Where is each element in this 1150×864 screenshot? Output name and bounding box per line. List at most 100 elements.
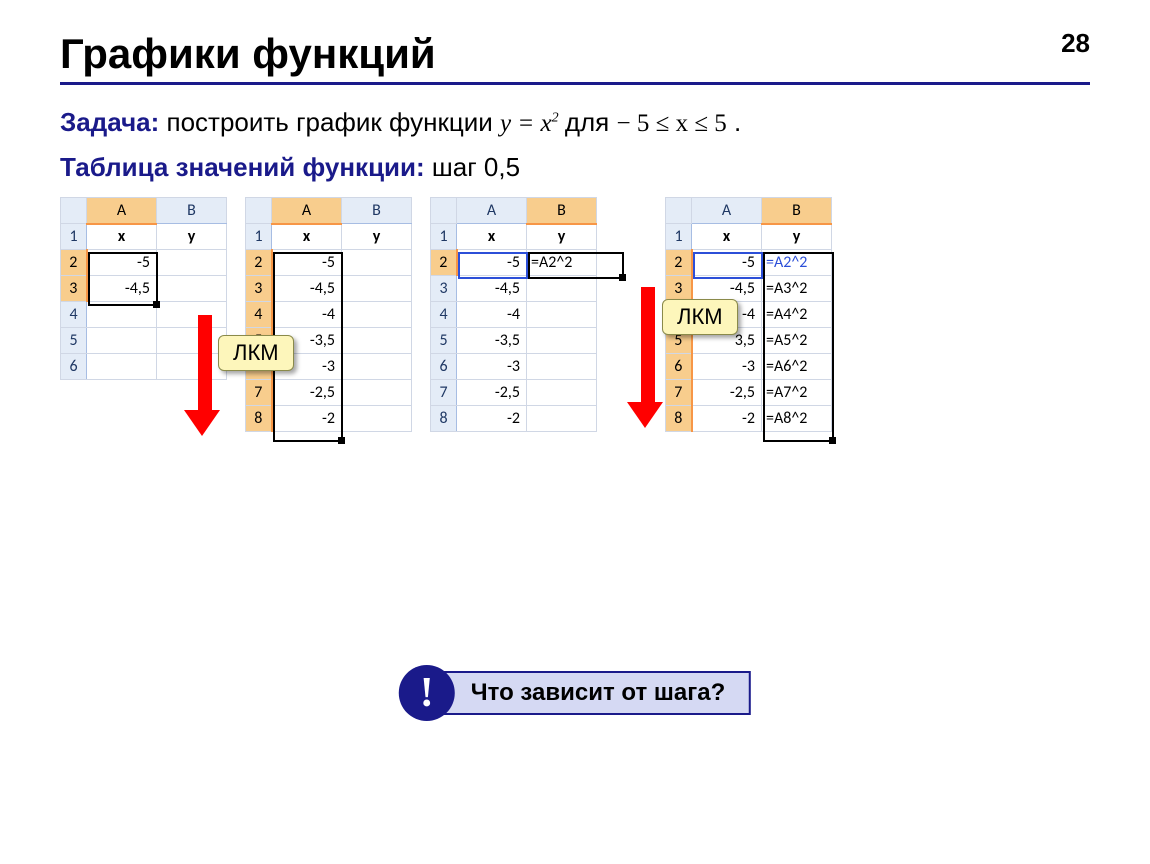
- period: .: [727, 107, 741, 137]
- cell[interactable]: -4,5: [457, 276, 527, 302]
- row-header[interactable]: 1: [431, 224, 457, 250]
- cell[interactable]: [527, 328, 597, 354]
- question-banner: ! Что зависит от шага?: [399, 665, 751, 721]
- cell[interactable]: [527, 406, 597, 432]
- cell[interactable]: [157, 276, 227, 302]
- cell[interactable]: -5: [87, 250, 157, 276]
- cell[interactable]: [527, 302, 597, 328]
- cell[interactable]: [342, 380, 412, 406]
- cell[interactable]: -4,5: [272, 276, 342, 302]
- cell-formula[interactable]: =A8^2: [762, 406, 832, 432]
- cell[interactable]: -3: [692, 354, 762, 380]
- cell[interactable]: [157, 302, 227, 328]
- cell[interactable]: [342, 354, 412, 380]
- formula-lhs: y: [500, 110, 511, 137]
- row-header[interactable]: 5: [61, 328, 87, 354]
- corner-cell: [431, 198, 457, 224]
- row-header[interactable]: 2: [431, 250, 457, 276]
- cell[interactable]: [342, 276, 412, 302]
- arrow-down-icon: [195, 315, 215, 436]
- range-text: − 5 ≤ x ≤ 5: [617, 110, 727, 137]
- cell[interactable]: [342, 302, 412, 328]
- cell-formula[interactable]: =A5^2: [762, 328, 832, 354]
- cell[interactable]: [342, 328, 412, 354]
- cell[interactable]: x: [272, 224, 342, 250]
- cell-formula[interactable]: =A6^2: [762, 354, 832, 380]
- col-header-a[interactable]: A: [272, 198, 342, 224]
- row-header[interactable]: 8: [666, 406, 692, 432]
- cell[interactable]: -4: [272, 302, 342, 328]
- row-header[interactable]: 2: [666, 250, 692, 276]
- cell[interactable]: -2,5: [457, 380, 527, 406]
- cell[interactable]: -5: [272, 250, 342, 276]
- cell[interactable]: -4: [457, 302, 527, 328]
- cell[interactable]: [527, 276, 597, 302]
- row-header[interactable]: 3: [246, 276, 272, 302]
- cell[interactable]: [87, 328, 157, 354]
- cell[interactable]: [157, 328, 227, 354]
- row-header[interactable]: 8: [431, 406, 457, 432]
- cell[interactable]: -2: [692, 406, 762, 432]
- cell[interactable]: -5: [692, 250, 762, 276]
- row-header[interactable]: 6: [431, 354, 457, 380]
- fill-handle[interactable]: [829, 437, 836, 444]
- cell[interactable]: [157, 250, 227, 276]
- row-header[interactable]: 5: [431, 328, 457, 354]
- cell[interactable]: y: [342, 224, 412, 250]
- corner-cell: [666, 198, 692, 224]
- cell[interactable]: [87, 302, 157, 328]
- cell[interactable]: [527, 354, 597, 380]
- cell[interactable]: [342, 406, 412, 432]
- cell[interactable]: [87, 354, 157, 380]
- row-header[interactable]: 4: [61, 302, 87, 328]
- cell[interactable]: -4,5: [87, 276, 157, 302]
- cell[interactable]: [157, 354, 227, 380]
- row-header[interactable]: 7: [246, 380, 272, 406]
- cell[interactable]: x: [692, 224, 762, 250]
- cell[interactable]: [527, 380, 597, 406]
- col-header-b[interactable]: B: [342, 198, 412, 224]
- row-header[interactable]: 4: [431, 302, 457, 328]
- row-header[interactable]: 3: [431, 276, 457, 302]
- col-header-b[interactable]: B: [157, 198, 227, 224]
- row-header[interactable]: 1: [666, 224, 692, 250]
- col-header-a[interactable]: A: [457, 198, 527, 224]
- cell[interactable]: [342, 250, 412, 276]
- cell-formula[interactable]: =A2^2: [762, 250, 832, 276]
- col-header-b[interactable]: B: [762, 198, 832, 224]
- cell[interactable]: y: [157, 224, 227, 250]
- col-header-a[interactable]: A: [87, 198, 157, 224]
- row-header[interactable]: 4: [246, 302, 272, 328]
- cell[interactable]: -2,5: [692, 380, 762, 406]
- row-header[interactable]: 7: [431, 380, 457, 406]
- cell[interactable]: -2,5: [272, 380, 342, 406]
- fill-handle[interactable]: [619, 274, 626, 281]
- row-header[interactable]: 1: [61, 224, 87, 250]
- cell-formula[interactable]: =A3^2: [762, 276, 832, 302]
- row-header[interactable]: 1: [246, 224, 272, 250]
- cell[interactable]: y: [527, 224, 597, 250]
- cell[interactable]: y: [762, 224, 832, 250]
- row-header[interactable]: 3: [61, 276, 87, 302]
- row-header[interactable]: 8: [246, 406, 272, 432]
- cell[interactable]: -5: [457, 250, 527, 276]
- cell[interactable]: x: [457, 224, 527, 250]
- row-header[interactable]: 3: [666, 276, 692, 302]
- col-header-a[interactable]: A: [692, 198, 762, 224]
- row-header[interactable]: 6: [61, 354, 87, 380]
- fill-handle[interactable]: [338, 437, 345, 444]
- col-header-b[interactable]: B: [527, 198, 597, 224]
- cell-formula[interactable]: =A2^2: [527, 250, 597, 276]
- row-header[interactable]: 2: [61, 250, 87, 276]
- cell[interactable]: -2: [272, 406, 342, 432]
- cell[interactable]: -3: [457, 354, 527, 380]
- cell[interactable]: -4,5: [692, 276, 762, 302]
- cell[interactable]: -3,5: [457, 328, 527, 354]
- row-header[interactable]: 2: [246, 250, 272, 276]
- cell[interactable]: -2: [457, 406, 527, 432]
- cell-formula[interactable]: =A7^2: [762, 380, 832, 406]
- cell-formula[interactable]: =A4^2: [762, 302, 832, 328]
- cell[interactable]: x: [87, 224, 157, 250]
- row-header[interactable]: 6: [666, 354, 692, 380]
- row-header[interactable]: 7: [666, 380, 692, 406]
